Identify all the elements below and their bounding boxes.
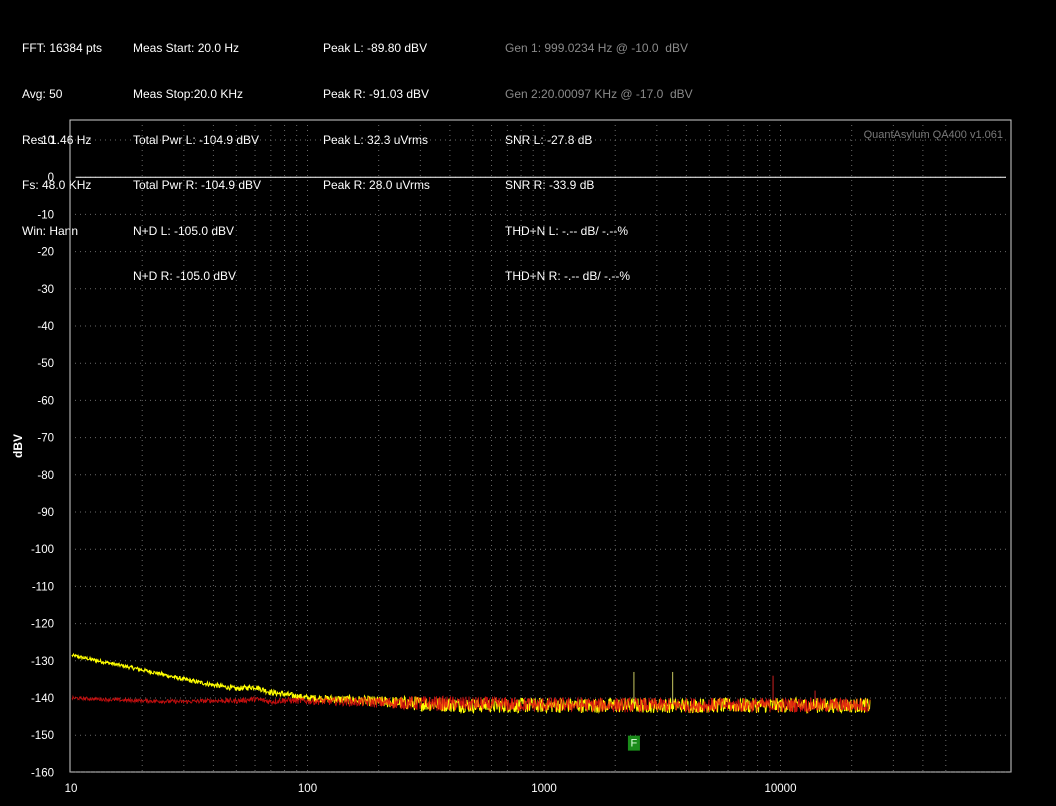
y-tick-label: -140 — [31, 693, 54, 705]
y-tick-label: 0 — [48, 172, 54, 184]
x-tick-label: 10 — [65, 783, 78, 795]
y-tick-label: -70 — [37, 433, 54, 445]
y-tick-label: 10 — [41, 135, 54, 147]
y-tick-label: -150 — [31, 730, 54, 742]
y-tick-label: -20 — [37, 247, 54, 259]
frequency-marker-label: F — [631, 738, 638, 750]
y-axis-label: dBV — [11, 434, 25, 458]
y-tick-label: -60 — [37, 395, 54, 407]
y-tick-label: -90 — [37, 507, 54, 519]
y-tick-label: -120 — [31, 619, 54, 631]
y-tick-label: -130 — [31, 656, 54, 668]
y-tick-label: -80 — [37, 470, 54, 482]
y-tick-label: -160 — [31, 767, 54, 779]
grid — [70, 120, 1011, 773]
y-tick-label: -50 — [37, 358, 54, 370]
x-tick-label: 10000 — [765, 783, 797, 795]
x-tick-label: 1000 — [531, 783, 557, 795]
y-tick-label: -110 — [32, 581, 54, 593]
y-tick-label: -30 — [37, 284, 54, 296]
y-tick-label: -10 — [37, 209, 54, 221]
y-tick-label: -40 — [37, 321, 54, 333]
chart-marks: F — [71, 176, 1006, 751]
plot-frame — [69, 119, 1012, 773]
x-tick-label: 100 — [298, 783, 317, 795]
watermark: QuantAsylum QA400 v1.061 — [864, 129, 1003, 141]
axis-ticks: 100-10-20-30-40-50-60-70-80-90-100-110-1… — [31, 135, 797, 795]
y-tick-label: -100 — [31, 544, 54, 556]
spectrum-chart: 100-10-20-30-40-50-60-70-80-90-100-110-1… — [11, 119, 1012, 795]
